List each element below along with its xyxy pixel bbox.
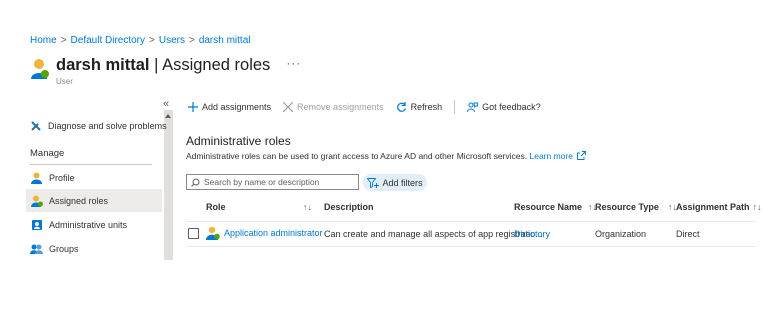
column-header-resource-name[interactable]: Resource Name ↑↓ — [514, 202, 597, 212]
breadcrumb-users[interactable]: Users — [159, 35, 185, 46]
feedback-button[interactable]: Got feedback? — [467, 102, 541, 113]
close-icon — [283, 102, 294, 112]
sidebar-item-label: Groups — [49, 243, 79, 254]
learn-more-label: Learn more — [529, 151, 573, 161]
search-input[interactable] — [204, 177, 354, 187]
sidebar-item-assigned-roles[interactable]: Assigned roles — [26, 189, 162, 212]
column-header-label: Assignment Path — [676, 202, 750, 212]
table-row-divider — [186, 246, 756, 247]
plus-icon — [188, 102, 198, 112]
add-assignments-label: Add assignments — [202, 102, 272, 112]
user-name: darsh mittal — [56, 56, 150, 74]
feedback-label: Got feedback? — [482, 102, 541, 112]
column-header-label: Role — [206, 202, 226, 212]
remove-assignments-button[interactable]: Remove assignments — [283, 102, 384, 112]
sidebar-item-label: Assigned roles — [49, 195, 109, 206]
row-checkbox[interactable] — [188, 228, 199, 239]
add-filters-button[interactable]: Add filters — [363, 174, 427, 191]
sidebar-item-label: Diagnose and solve problems — [48, 120, 167, 131]
user-icon — [31, 59, 49, 79]
chevron-right-icon: > — [60, 35, 67, 46]
description-cell: Can create and manage all aspects of app… — [324, 229, 543, 239]
scroll-up-icon[interactable] — [165, 114, 171, 118]
table-header: Role ↑↓ Description Resource Name ↑↓ Reso… — [186, 202, 762, 218]
admin-units-icon — [30, 218, 43, 231]
sort-icon[interactable]: ↑↓ — [753, 202, 762, 212]
sort-icon[interactable]: ↑↓ — [303, 202, 312, 212]
sidebar-divider — [30, 164, 152, 165]
sidebar-item-profile[interactable]: Profile — [30, 166, 162, 189]
refresh-label: Refresh — [410, 102, 443, 112]
assignment-path-cell: Direct — [676, 229, 700, 239]
external-link-icon — [577, 151, 587, 160]
breadcrumb-user[interactable]: darsh mittal — [199, 35, 251, 46]
breadcrumb-home[interactable]: Home — [30, 35, 57, 46]
column-header-role[interactable]: Role — [206, 202, 226, 212]
resource-type-cell: Organization — [595, 229, 647, 239]
sidebar: « Diagnose and solve problems Manage Pro… — [26, 98, 173, 260]
collapse-sidebar-button[interactable]: « — [163, 98, 169, 110]
breadcrumb: Home > Default Directory > Users > darsh mitta… — [30, 35, 251, 46]
chevron-right-icon: > — [188, 35, 195, 46]
column-header-description[interactable]: Description — [324, 202, 374, 212]
add-filters-label: Add filters — [382, 177, 423, 188]
remove-assignments-label: Remove assignments — [297, 102, 384, 112]
refresh-button[interactable]: Refresh — [396, 101, 443, 113]
section-description: Administrative roles can be used to gran… — [186, 151, 587, 161]
toolbar-divider — [454, 100, 456, 114]
column-header-label: Resource Type — [595, 202, 659, 212]
wrench-icon — [30, 119, 42, 132]
groups-icon — [30, 242, 43, 255]
role-user-icon — [206, 226, 220, 240]
page-title-text: Assigned roles — [162, 56, 271, 74]
column-header-label: Resource Name — [514, 202, 583, 212]
table-row[interactable]: Application administrator Can create and… — [186, 226, 756, 244]
search-icon — [191, 178, 200, 187]
search-box[interactable] — [186, 174, 359, 190]
sidebar-item-groups[interactable]: Groups — [30, 237, 162, 260]
sidebar-item-administrative-units[interactable]: Administrative units — [30, 213, 162, 236]
breadcrumb-default-directory[interactable]: Default Directory — [71, 35, 145, 46]
role-link[interactable]: Application administrator — [224, 228, 323, 238]
more-options-icon[interactable]: ··· — [286, 56, 301, 70]
feedback-icon — [467, 102, 479, 113]
user-icon — [30, 171, 43, 184]
page-subtitle: User — [56, 77, 73, 86]
page-header: darsh mittal | Assigned roles ··· User — [30, 55, 301, 86]
section-title: Administrative roles — [186, 134, 291, 148]
table-divider — [186, 221, 756, 222]
refresh-icon — [396, 101, 407, 113]
section-description-text: Administrative roles can be used to gran… — [186, 151, 528, 161]
chevron-right-icon: > — [149, 35, 155, 46]
resource-name-link[interactable]: Directory — [514, 229, 550, 239]
filter-icon — [367, 177, 380, 188]
sidebar-item-label: Profile — [49, 172, 75, 183]
learn-more-link[interactable]: Learn more — [529, 151, 587, 161]
sidebar-item-diagnose[interactable]: Diagnose and solve problems — [30, 114, 167, 137]
column-header-resource-type[interactable]: Resource Type ↑↓ — [595, 202, 677, 212]
command-bar: Add assignments Remove assignments Refre… — [188, 100, 553, 114]
role-cell: Application administrator — [206, 226, 323, 240]
column-header-assignment-path[interactable]: Assignment Path ↑↓ — [676, 202, 762, 212]
add-assignments-button[interactable]: Add assignments — [188, 102, 271, 112]
page-title: darsh mittal | Assigned roles ··· — [56, 55, 301, 76]
title-separator: | — [149, 56, 163, 74]
role-user-icon — [30, 194, 43, 207]
sidebar-scrollbar[interactable] — [164, 110, 173, 260]
sidebar-section-manage: Manage — [30, 148, 65, 159]
sidebar-item-label: Administrative units — [49, 219, 128, 230]
column-header-label: Description — [324, 202, 374, 212]
